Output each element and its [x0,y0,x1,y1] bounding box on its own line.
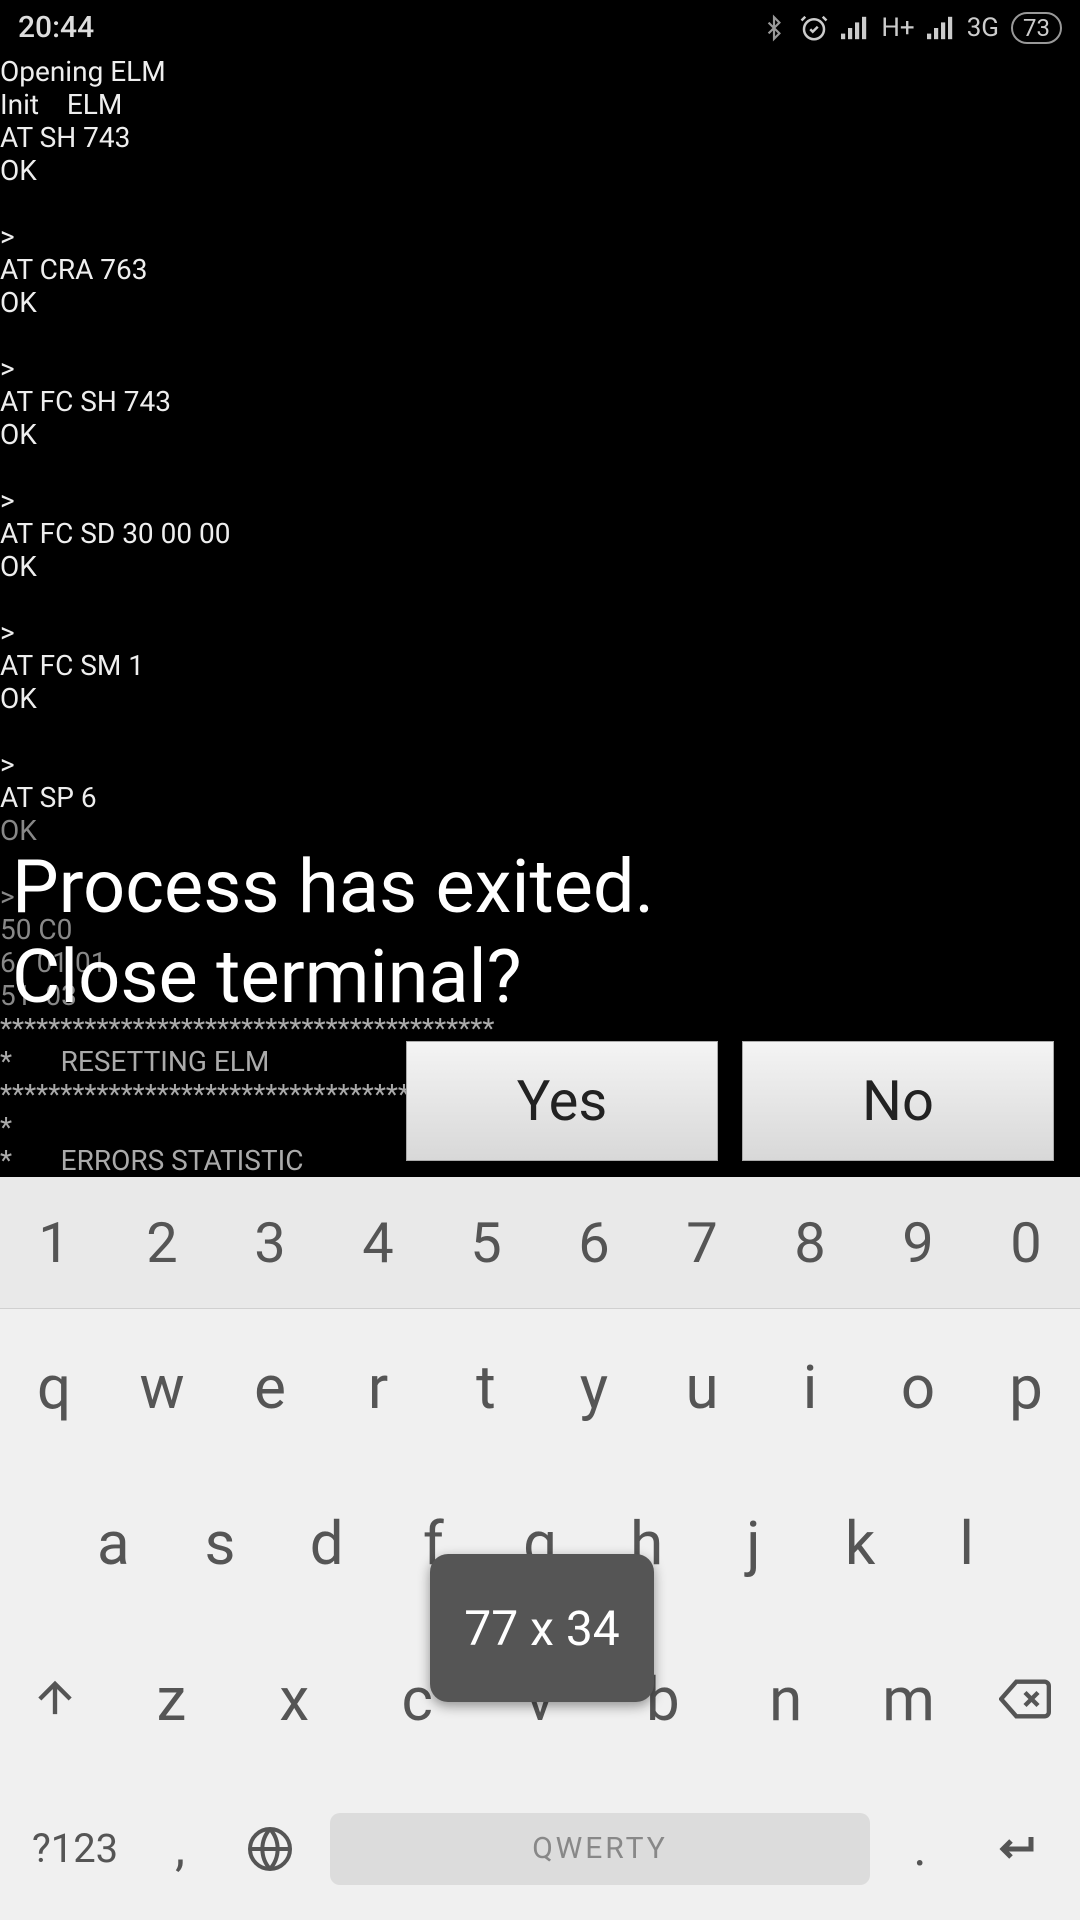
key-l[interactable]: l [913,1465,1020,1621]
key-d[interactable]: d [273,1465,380,1621]
symbols-key[interactable]: ?123 [10,1825,140,1872]
dialog-line2: Close terminal? [12,933,1060,1023]
backspace-key[interactable] [970,1621,1080,1777]
soft-keyboard: 1 2 3 4 5 6 7 8 9 0 q w e r t y u i o p … [0,1177,1080,1920]
key-p[interactable]: p [972,1309,1080,1465]
key-x[interactable]: x [233,1621,356,1777]
terminal-line: AT SP 6 [0,781,97,814]
battery-badge: 73 [1011,12,1062,44]
key-7[interactable]: 7 [648,1177,756,1308]
key-t[interactable]: t [432,1309,540,1465]
enter-icon [991,1825,1039,1873]
status-time: 20:44 [18,10,94,45]
signal1-icon [841,15,869,41]
key-o[interactable]: o [864,1309,972,1465]
globe-icon [246,1825,294,1873]
keyboard-spacer [1020,1465,1080,1621]
terminal-line: AT SH 743 [0,121,130,154]
key-r[interactable]: r [324,1309,432,1465]
terminal-line: OK [0,550,37,583]
terminal-line: > [0,616,15,649]
terminal-line: OK [0,286,37,319]
key-5[interactable]: 5 [432,1177,540,1308]
terminal-line: Opening ELM [0,55,166,88]
key-w[interactable]: w [108,1309,216,1465]
key-n[interactable]: n [724,1621,847,1777]
key-y[interactable]: y [540,1309,648,1465]
key-9[interactable]: 9 [864,1177,972,1308]
key-0[interactable]: 0 [972,1177,1080,1308]
key-z[interactable]: z [110,1621,233,1777]
enter-key[interactable] [960,1825,1070,1873]
signal1-label: H+ [881,13,914,43]
keyboard-row-1: q w e r t y u i o p [0,1309,1080,1465]
language-key[interactable] [220,1825,320,1873]
signal2-icon [927,15,955,41]
no-button[interactable]: No [742,1041,1054,1161]
status-bar: 20:44 H+ 3G 73 [0,0,1080,55]
key-3[interactable]: 3 [216,1177,324,1308]
terminal-line: OK [0,418,37,451]
key-k[interactable]: k [807,1465,914,1621]
terminal-line: AT FC SM 1 [0,649,144,682]
keyboard-spacer [0,1465,60,1621]
key-m[interactable]: m [847,1621,970,1777]
terminal-line: OK [0,154,37,187]
terminal-header: * [0,1111,12,1144]
key-e[interactable]: e [216,1309,324,1465]
terminal-line: Init ELM [0,88,122,121]
space-key[interactable]: QWERTY [330,1813,870,1885]
period-key[interactable]: . [880,1820,960,1878]
terminal-line: > [0,748,15,781]
terminal-line: OK [0,682,37,715]
key-a[interactable]: a [60,1465,167,1621]
shift-up-icon [29,1673,81,1725]
key-6[interactable]: 6 [540,1177,648,1308]
key-4[interactable]: 4 [324,1177,432,1308]
terminal-line: AT FC SH 743 [0,385,171,418]
key-q[interactable]: q [0,1309,108,1465]
status-icons: H+ 3G 73 [761,11,1062,45]
key-2[interactable]: 2 [108,1177,216,1308]
bluetooth-icon [761,11,787,45]
keyboard-number-row: 1 2 3 4 5 6 7 8 9 0 [0,1177,1080,1309]
yes-button[interactable]: Yes [406,1041,718,1161]
shift-key[interactable] [0,1621,110,1777]
key-preview-popup: 77 x 34 [430,1554,654,1702]
terminal-line: > [0,352,15,385]
keyboard-bottom-row: ?123 , QWERTY . [0,1777,1080,1920]
signal2-label: 3G [967,13,999,43]
key-8[interactable]: 8 [756,1177,864,1308]
terminal-line: AT CRA 763 [0,253,148,286]
dialog-line1: Process has exited. [12,843,1060,933]
alarm-icon [799,13,829,43]
key-1[interactable]: 1 [0,1177,108,1308]
key-u[interactable]: u [648,1309,756,1465]
dialog-buttons: Yes No [12,1041,1054,1161]
key-s[interactable]: s [167,1465,274,1621]
key-i[interactable]: i [756,1309,864,1465]
key-j[interactable]: j [700,1465,807,1621]
terminal-line: AT FC SD 30 00 00 [0,517,231,550]
backspace-icon [999,1673,1051,1725]
terminal-line: > [0,484,15,517]
exit-dialog: Process has exited. Close terminal? Yes … [12,843,1060,1161]
comma-key[interactable]: , [140,1820,220,1878]
dialog-message: Process has exited. Close terminal? [12,843,1060,1023]
terminal-line: > [0,220,15,253]
